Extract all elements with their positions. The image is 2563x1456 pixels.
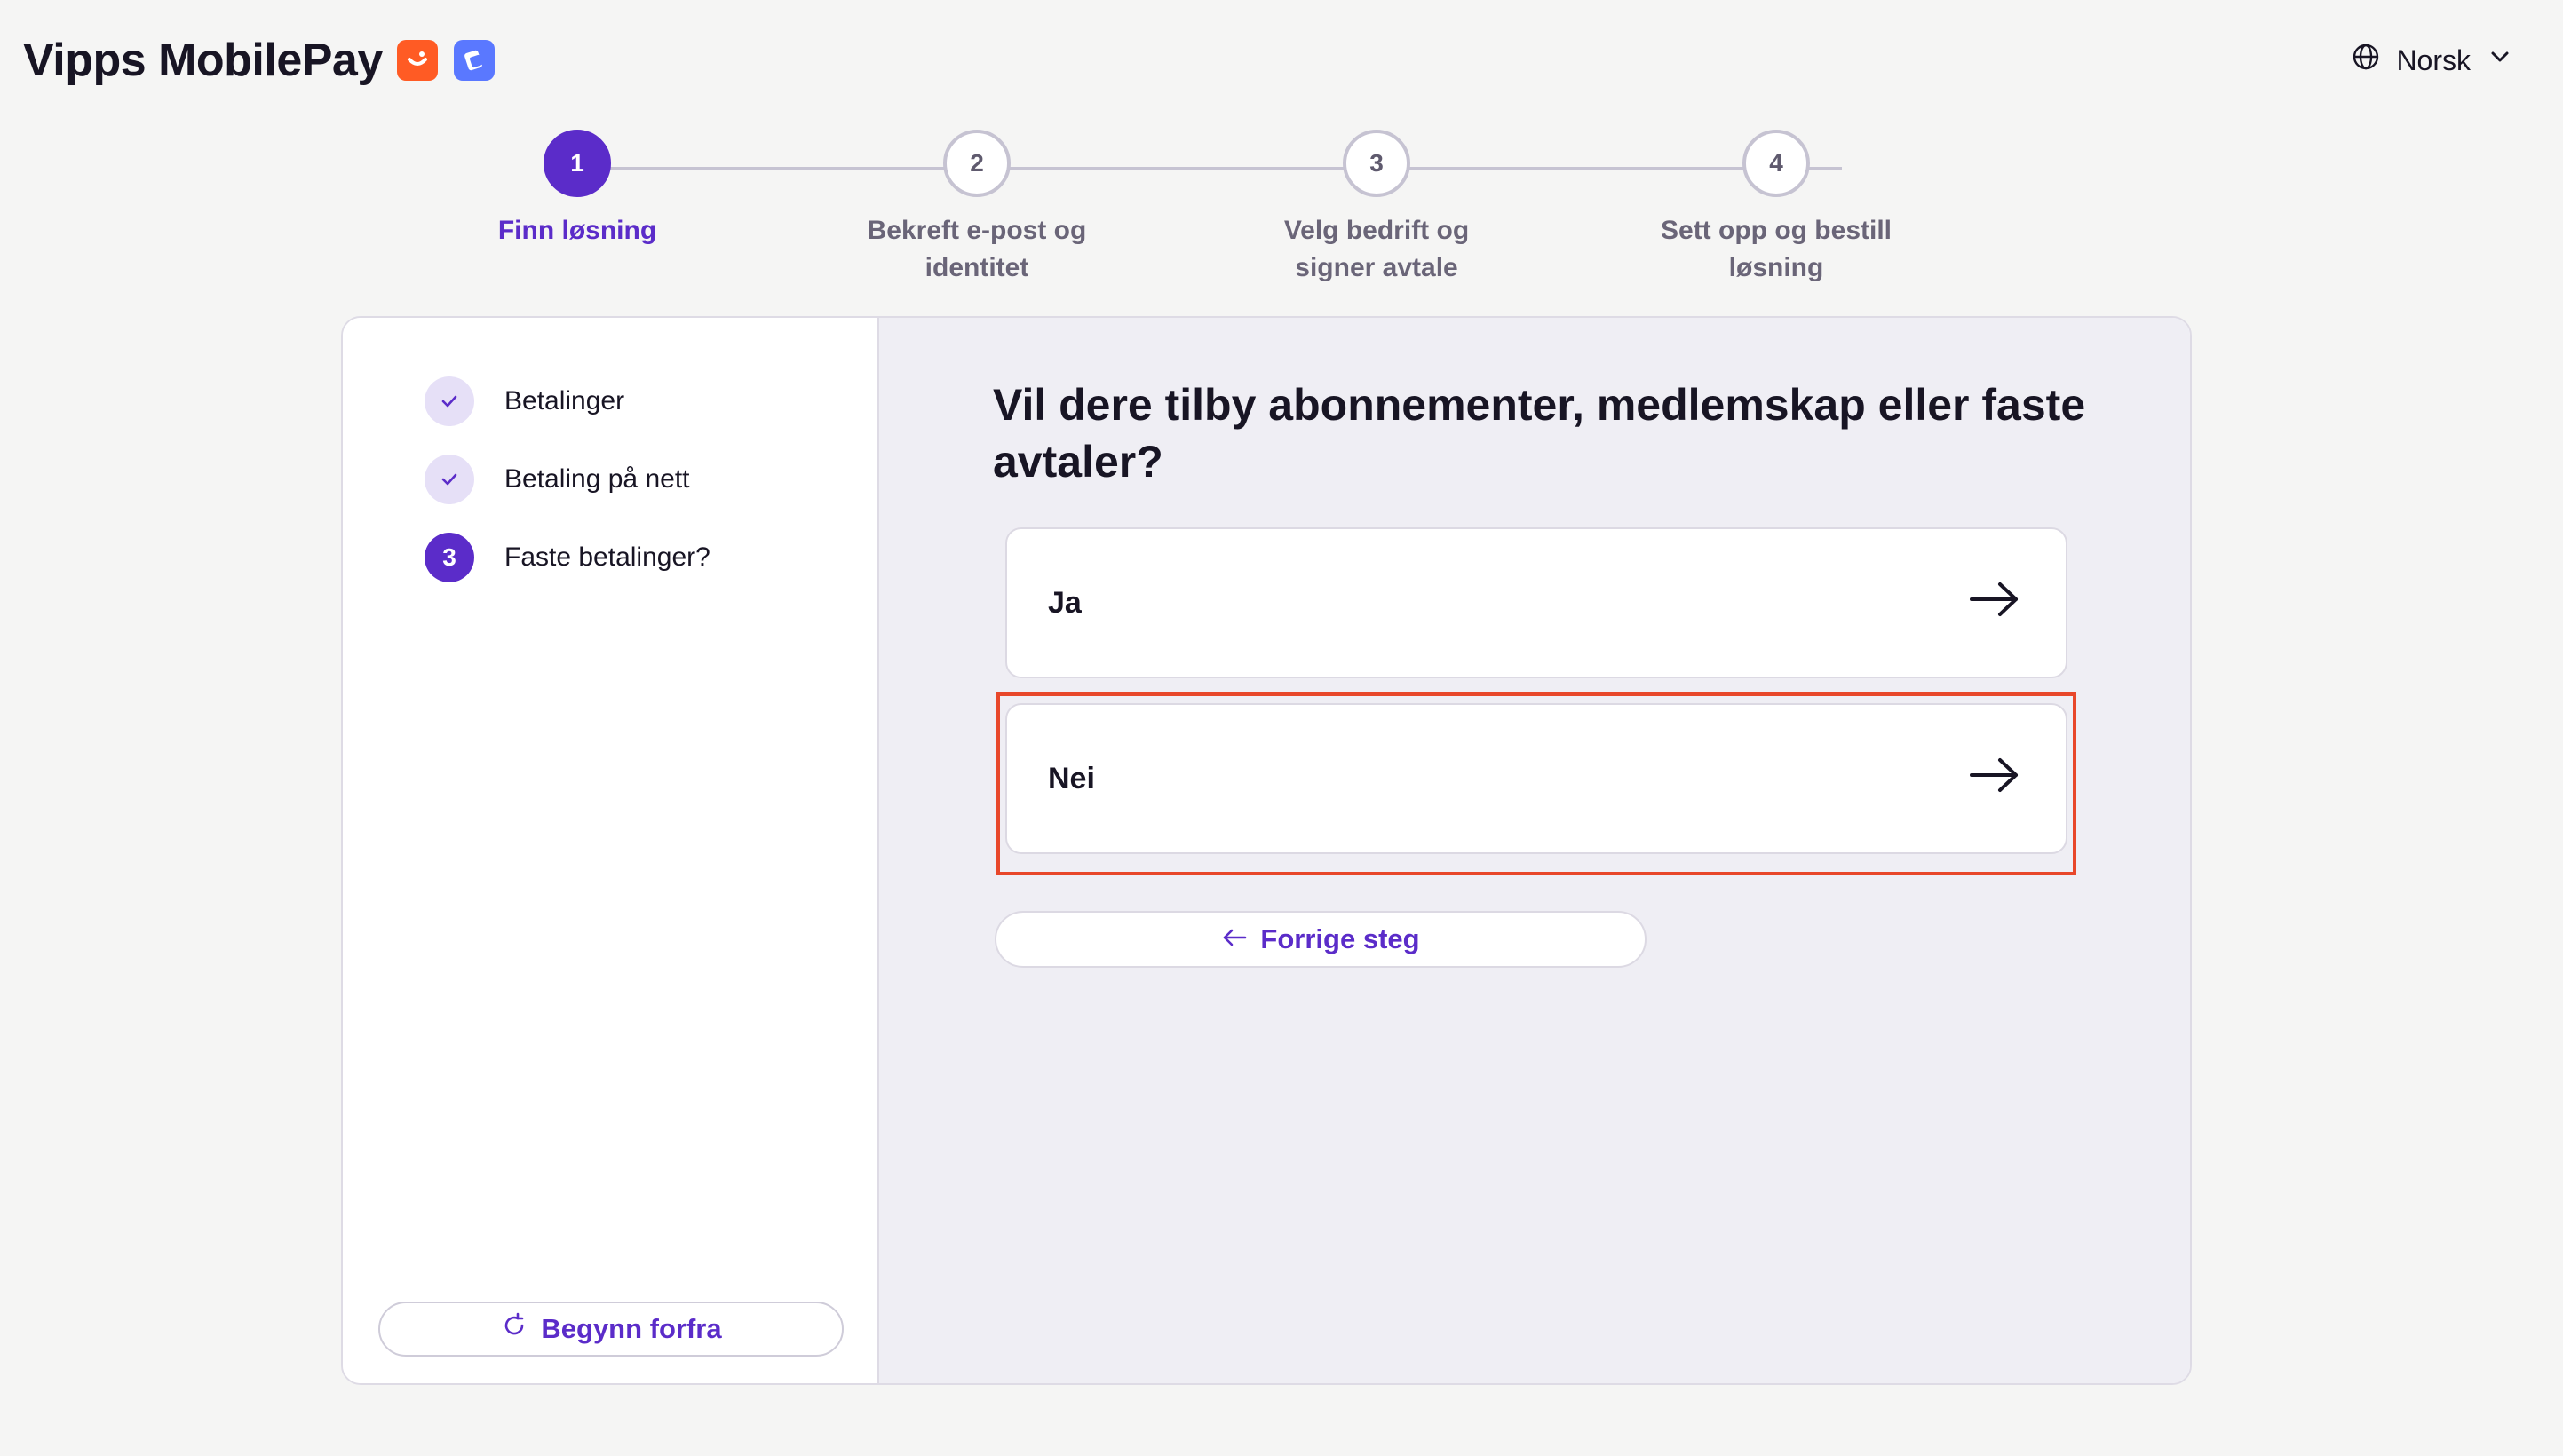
brand-logo: Vipps MobilePay (23, 34, 495, 87)
arrow-right-icon (1968, 580, 2021, 627)
step-label: Bekreft e-post og identitet (790, 210, 1163, 289)
step-label-line: signer avtale (1295, 253, 1458, 282)
restart-icon (500, 1311, 528, 1347)
sidebar-item-label: Faste betalinger? (504, 542, 710, 572)
step-label: Velg bedrift og signer avtale (1190, 210, 1563, 289)
option-ja-button[interactable]: Ja (1005, 527, 2067, 678)
check-icon (425, 376, 474, 426)
option-nei-button[interactable]: Nei (1005, 703, 2067, 854)
step-number-badge: 3 (425, 533, 474, 582)
globe-icon (2352, 43, 2380, 78)
step-label: Finn løsning (497, 216, 657, 245)
onboarding-card: Betalinger Betaling på nett 3 Faste beta… (341, 316, 2192, 1385)
step-1: 1 Finn løsning (391, 130, 764, 252)
step-number: 4 (1742, 130, 1810, 197)
language-selector[interactable]: Norsk (2352, 43, 2513, 78)
arrow-left-icon (1221, 923, 1248, 955)
restart-button[interactable]: Begynn forfra (378, 1302, 844, 1357)
check-icon (425, 455, 474, 504)
option-label: Nei (1048, 761, 1095, 795)
step-label-line: Velg bedrift og (1283, 216, 1470, 245)
step-label-line: løsning (1728, 253, 1824, 282)
step-number: 2 (943, 130, 1011, 197)
step-label: Sett opp og bestill løsning (1590, 210, 1963, 289)
step-label-line: identitet (924, 253, 1029, 282)
sidebar-item-label: Betaling på nett (504, 464, 690, 494)
sidebar-item-faste-betalinger: 3 Faste betalinger? (425, 533, 710, 582)
arrow-right-icon (1968, 756, 2021, 803)
vipps-smile-icon (396, 40, 438, 81)
step-label-line: Bekreft e-post og (867, 216, 1087, 245)
chevron-down-icon (2487, 44, 2513, 77)
step-4: 4 Sett opp og bestill løsning (1590, 130, 1963, 289)
brand-name: Vipps MobilePay (23, 35, 383, 86)
sidebar-item-label: Betalinger (504, 386, 625, 415)
previous-step-button[interactable]: Forrige steg (995, 911, 1647, 968)
step-2: 2 Bekreft e-post og identitet (790, 130, 1163, 289)
language-label: Norsk (2396, 44, 2471, 76)
question-panel: Vil dere tilby abonnementer, medlemskap … (879, 318, 2190, 1383)
mobilepay-icon (453, 40, 495, 81)
step-number: 3 (1343, 130, 1410, 197)
step-number: 1 (544, 130, 611, 197)
restart-label: Begynn forfra (541, 1313, 722, 1344)
previous-step-label: Forrige steg (1260, 923, 1420, 954)
progress-stepper: 1 Finn løsning 2 Bekreft e-post og ident… (498, 130, 2044, 289)
progress-sidebar: Betalinger Betaling på nett 3 Faste beta… (343, 318, 879, 1383)
question-heading: Vil dere tilby abonnementer, medlemskap … (993, 380, 2086, 487)
sidebar-item-betaling-pa-nett[interactable]: Betaling på nett (425, 455, 690, 504)
sidebar-item-betalinger[interactable]: Betalinger (425, 376, 624, 426)
option-label: Ja (1048, 585, 1082, 620)
step-3: 3 Velg bedrift og signer avtale (1190, 130, 1563, 289)
step-label-line: Sett opp og bestill (1661, 216, 1892, 245)
